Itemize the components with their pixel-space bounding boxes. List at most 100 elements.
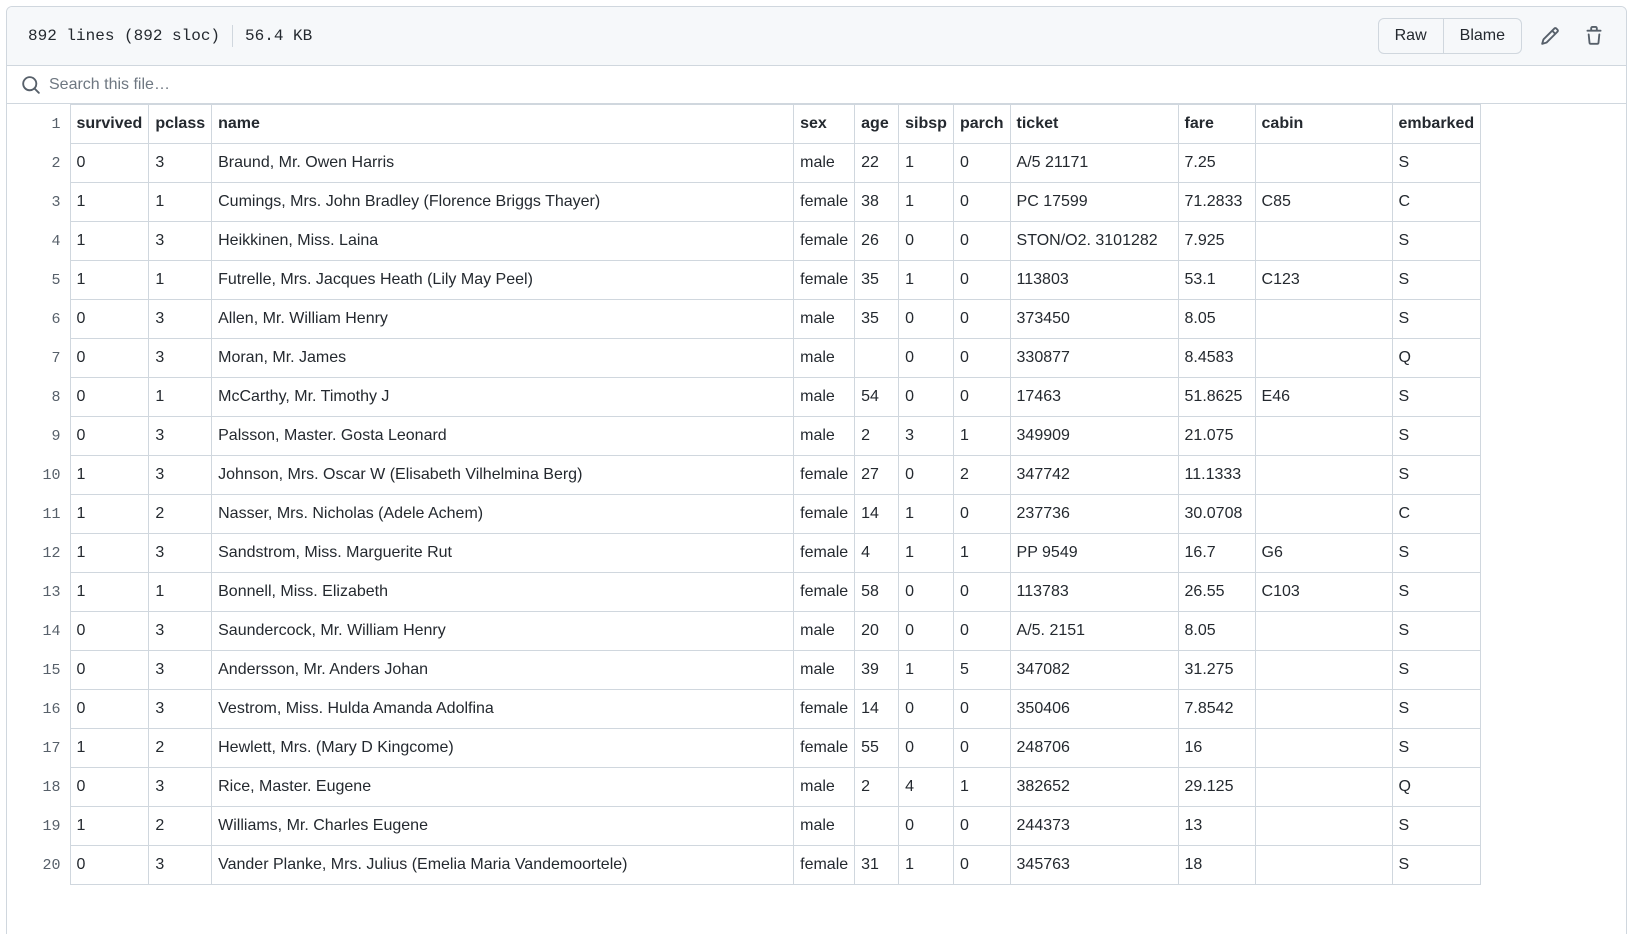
cell-pclass: 3 xyxy=(148,611,213,651)
cell-pclass: 3 xyxy=(148,455,213,495)
cell-sex: male xyxy=(793,650,856,690)
cell-fare: 30.0708 xyxy=(1177,494,1256,534)
line-number[interactable]: 5 xyxy=(7,260,71,300)
cell-embarked: Q xyxy=(1391,338,1482,378)
line-number[interactable]: 8 xyxy=(7,377,71,417)
column-header-name: name xyxy=(211,104,795,144)
cell-survived: 0 xyxy=(69,416,150,456)
line-number[interactable]: 14 xyxy=(7,611,71,651)
cell-age: 35 xyxy=(854,260,900,300)
table-row: 11 1 2 Nasser, Mrs. Nicholas (Adele Achem) f… xyxy=(7,494,1482,534)
search-input[interactable] xyxy=(47,74,651,95)
line-number[interactable]: 3 xyxy=(7,182,71,222)
info-divider xyxy=(232,25,234,47)
cell-parch: 1 xyxy=(952,533,1011,573)
cell-name: Bonnell, Miss. Elizabeth xyxy=(211,572,795,612)
cell-fare: 18 xyxy=(1177,845,1256,885)
cell-cabin xyxy=(1254,689,1393,729)
table-row: 10 1 3 Johnson, Mrs. Oscar W (Elisabeth Vil… xyxy=(7,455,1482,495)
line-number[interactable]: 20 xyxy=(7,845,71,885)
cell-parch: 5 xyxy=(952,650,1011,690)
line-number[interactable]: 6 xyxy=(7,299,71,339)
cell-name: Vestrom, Miss. Hulda Amanda Adolfina xyxy=(211,689,795,729)
line-number[interactable]: 16 xyxy=(7,689,71,729)
cell-cabin xyxy=(1254,806,1393,846)
cell-cabin xyxy=(1254,767,1393,807)
line-number[interactable]: 18 xyxy=(7,767,71,807)
cell-cabin xyxy=(1254,611,1393,651)
cell-age: 2 xyxy=(854,416,900,456)
delete-button[interactable] xyxy=(1578,20,1610,52)
cell-name: Cumings, Mrs. John Bradley (Florence Bri… xyxy=(211,182,795,222)
table-row: 7 0 3 Moran, Mr. James male 0 0 330877 8.4583 Q xyxy=(7,338,1482,378)
cell-name: Braund, Mr. Owen Harris xyxy=(211,143,795,183)
cell-sibsp: 0 xyxy=(898,728,954,768)
file-size: 56.4 KB xyxy=(245,27,313,45)
cell-survived: 1 xyxy=(69,182,150,222)
line-number[interactable]: 11 xyxy=(7,494,71,534)
cell-pclass: 3 xyxy=(148,767,213,807)
cell-pclass: 3 xyxy=(148,221,213,261)
table-row: 16 0 3 Vestrom, Miss. Hulda Amanda Adolfina… xyxy=(7,689,1482,729)
cell-sibsp: 1 xyxy=(898,143,954,183)
cell-survived: 1 xyxy=(69,728,150,768)
line-number[interactable]: 7 xyxy=(7,338,71,378)
cell-name: Vander Planke, Mrs. Julius (Emelia Maria… xyxy=(211,845,795,885)
table-header-row: 1 survived pclass name sex age sibsp parch ticke… xyxy=(7,104,1482,144)
cell-age: 35 xyxy=(854,299,900,339)
cell-ticket: 347082 xyxy=(1009,650,1179,690)
cell-sibsp: 4 xyxy=(898,767,954,807)
cell-name: Andersson, Mr. Anders Johan xyxy=(211,650,795,690)
line-number[interactable]: 9 xyxy=(7,416,71,456)
cell-embarked: S xyxy=(1391,845,1482,885)
line-number[interactable]: 13 xyxy=(7,572,71,612)
cell-fare: 8.05 xyxy=(1177,299,1256,339)
line-number[interactable]: 2 xyxy=(7,143,71,183)
cell-cabin: C85 xyxy=(1254,182,1393,222)
cell-pclass: 2 xyxy=(148,494,213,534)
line-number[interactable]: 12 xyxy=(7,533,71,573)
cell-ticket: 330877 xyxy=(1009,338,1179,378)
cell-parch: 0 xyxy=(952,299,1011,339)
cell-sibsp: 1 xyxy=(898,182,954,222)
cell-name: McCarthy, Mr. Timothy J xyxy=(211,377,795,417)
raw-button[interactable]: Raw xyxy=(1379,19,1443,53)
table-row: 17 1 2 Hewlett, Mrs. (Mary D Kingcome) femal… xyxy=(7,728,1482,768)
edit-button[interactable] xyxy=(1534,20,1566,52)
cell-embarked: S xyxy=(1391,689,1482,729)
line-number[interactable]: 15 xyxy=(7,650,71,690)
cell-age: 4 xyxy=(854,533,900,573)
cell-age: 27 xyxy=(854,455,900,495)
cell-embarked: S xyxy=(1391,728,1482,768)
column-header-cabin: cabin xyxy=(1254,104,1393,144)
table-row: 3 1 1 Cumings, Mrs. John Bradley (Florence … xyxy=(7,182,1482,222)
cell-name: Rice, Master. Eugene xyxy=(211,767,795,807)
line-number[interactable]: 17 xyxy=(7,728,71,768)
cell-age: 2 xyxy=(854,767,900,807)
line-number[interactable]: 1 xyxy=(7,104,71,144)
cell-pclass: 3 xyxy=(148,299,213,339)
line-number[interactable]: 10 xyxy=(7,455,71,495)
table-row: 19 1 2 Williams, Mr. Charles Eugene male 0 0 24… xyxy=(7,806,1482,846)
cell-pclass: 1 xyxy=(148,260,213,300)
column-header-pclass: pclass xyxy=(148,104,213,144)
cell-pclass: 3 xyxy=(148,533,213,573)
cell-sex: male xyxy=(793,338,856,378)
cell-age xyxy=(854,806,900,846)
cell-fare: 53.1 xyxy=(1177,260,1256,300)
line-number[interactable]: 19 xyxy=(7,806,71,846)
blame-button[interactable]: Blame xyxy=(1442,19,1521,53)
cell-survived: 0 xyxy=(69,767,150,807)
file-info: 892 lines (892 sloc) 56.4 KB xyxy=(28,25,312,47)
cell-name: Sandstrom, Miss. Marguerite Rut xyxy=(211,533,795,573)
line-number[interactable]: 4 xyxy=(7,221,71,261)
cell-embarked: S xyxy=(1391,143,1482,183)
cell-sibsp: 0 xyxy=(898,377,954,417)
cell-ticket: 237736 xyxy=(1009,494,1179,534)
cell-embarked: C xyxy=(1391,182,1482,222)
cell-fare: 7.925 xyxy=(1177,221,1256,261)
cell-sibsp: 1 xyxy=(898,533,954,573)
cell-ticket: 17463 xyxy=(1009,377,1179,417)
cell-fare: 51.8625 xyxy=(1177,377,1256,417)
cell-ticket: PP 9549 xyxy=(1009,533,1179,573)
